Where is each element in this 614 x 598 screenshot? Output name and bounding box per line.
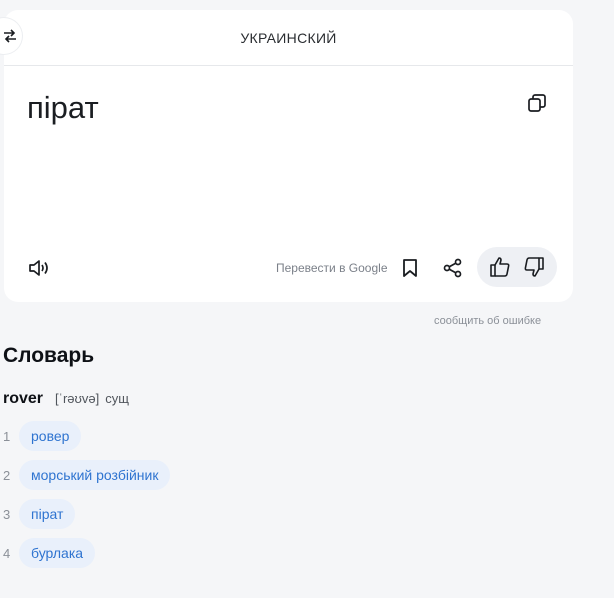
swap-arrows-icon <box>4 29 16 43</box>
thumbs-up-icon <box>490 257 510 277</box>
entry-word: rover <box>3 390 44 407</box>
entry-transcription: [ˈrəʊvə] <box>55 391 100 406</box>
share-button[interactable] <box>440 255 466 281</box>
list-item: 2 морський розбійник <box>3 460 171 490</box>
card-header: УКРАИНСКИЙ <box>0 10 573 66</box>
meaning-chip[interactable]: пірат <box>19 499 76 529</box>
thumbs-down-icon <box>524 257 544 277</box>
meaning-chip[interactable]: морський розбійник <box>19 460 171 490</box>
speaker-icon <box>29 260 48 276</box>
rating-group <box>477 247 557 287</box>
meaning-number: 1 <box>3 428 11 444</box>
share-icon <box>443 258 462 278</box>
bookmark-button[interactable] <box>397 255 423 281</box>
target-language-title[interactable]: УКРАИНСКИЙ <box>240 30 336 46</box>
meaning-number: 2 <box>3 467 11 483</box>
entry-part-of-speech: сущ <box>105 391 129 406</box>
bookmark-icon <box>403 259 417 277</box>
meanings-list: 1 ровер 2 морський розбійник 3 пірат 4 б… <box>3 421 171 577</box>
list-item: 4 бурлака <box>3 538 170 568</box>
list-item: 3 пірат <box>3 499 170 529</box>
translation-card: УКРАИНСКИЙ пірат Перевести в Google <box>0 10 573 302</box>
copy-button[interactable] <box>524 90 550 116</box>
like-button[interactable] <box>486 253 514 281</box>
copy-icon <box>528 94 546 112</box>
dislike-button[interactable] <box>520 253 548 281</box>
list-item: 1 ровер <box>3 421 170 451</box>
translate-in-google-link[interactable]: Перевести в Google <box>276 261 388 275</box>
translation-text: пірат <box>27 90 99 125</box>
dictionary-entry-header: rover [ˈrəʊvə] сущ <box>3 390 129 408</box>
speak-button[interactable] <box>26 255 54 281</box>
card-toolbar: Перевести в Google <box>4 247 573 287</box>
dictionary-title: Словарь <box>3 344 95 367</box>
meaning-chip[interactable]: ровер <box>19 421 82 451</box>
meaning-number: 3 <box>3 506 11 522</box>
swap-languages-button[interactable] <box>0 18 22 54</box>
meaning-number: 4 <box>3 545 11 561</box>
report-error-link[interactable]: сообщить об ошибке <box>434 315 541 327</box>
meaning-chip[interactable]: бурлака <box>19 538 96 568</box>
